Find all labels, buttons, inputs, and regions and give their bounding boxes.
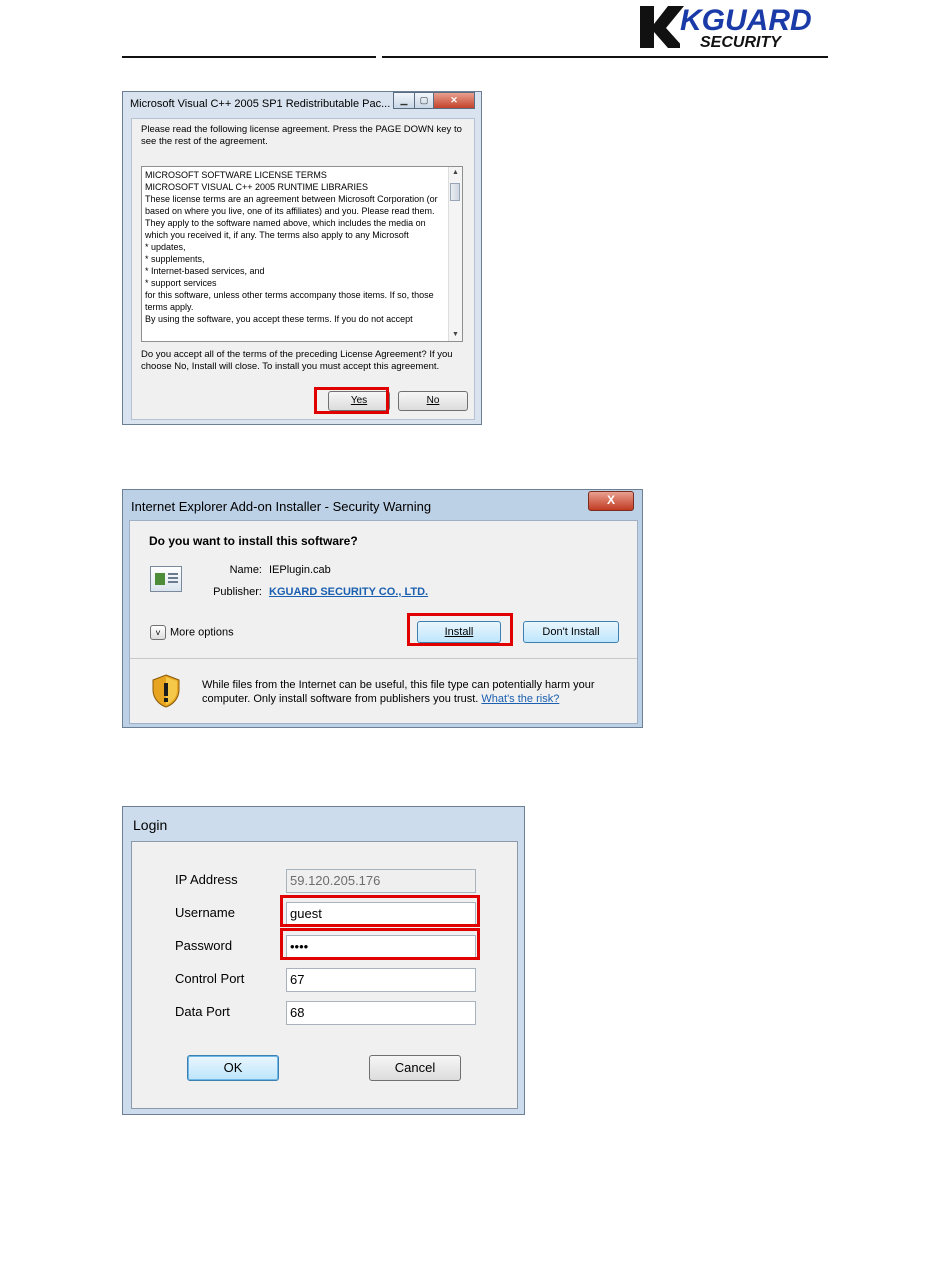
- chevron-down-icon: ˅: [150, 625, 166, 640]
- publisher-label: Publisher:: [213, 586, 262, 598]
- yes-highlight-box: [314, 387, 389, 414]
- dialog-title: Microsoft Visual C++ 2005 SP1 Redistribu…: [130, 98, 391, 110]
- dialog-title: Internet Explorer Add-on Installer - Sec…: [131, 499, 432, 514]
- login-dialog: Login IP Address 59.120.205.176 Username…: [122, 806, 525, 1115]
- header-rule-right: [382, 56, 828, 58]
- cancel-button[interactable]: Cancel: [369, 1055, 461, 1081]
- license-text: MICROSOFT SOFTWARE LICENSE TERMS MICROSO…: [145, 170, 438, 324]
- logo-sub-text: SECURITY: [700, 34, 782, 50]
- close-button[interactable]: X: [588, 491, 634, 511]
- more-options-label: More options: [170, 626, 234, 639]
- publisher-link[interactable]: KGUARD SECURITY CO., LTD.: [269, 586, 428, 598]
- control-port-label: Control Port: [175, 971, 245, 986]
- accept-question: Do you accept all of the terms of the pr…: [141, 349, 453, 372]
- username-label: Username: [175, 905, 235, 920]
- data-port-field[interactable]: 68: [286, 1001, 476, 1025]
- header-rule-left: [122, 56, 376, 58]
- scroll-up-icon[interactable]: ▲: [449, 167, 462, 179]
- password-highlight-box: [280, 928, 480, 960]
- ip-address-field: 59.120.205.176: [286, 869, 476, 893]
- close-button[interactable]: ✕: [433, 92, 475, 109]
- kguard-logo: KGUARD SECURITY: [640, 4, 826, 50]
- scroll-thumb[interactable]: [450, 183, 460, 201]
- username-highlight-box: [280, 895, 480, 927]
- shield-warning-icon: [152, 674, 180, 708]
- password-label: Password: [175, 938, 233, 953]
- scrollbar[interactable]: ▲ ▼: [448, 167, 462, 341]
- dialog-client-area: Do you want to install this software? Na…: [129, 520, 638, 724]
- security-warning-dialog: Internet Explorer Add-on Installer - Sec…: [122, 489, 643, 728]
- warning-text: While files from the Internet can be use…: [202, 679, 595, 705]
- divider: [130, 658, 637, 659]
- ok-button[interactable]: OK: [187, 1055, 279, 1081]
- dialog-client-area: IP Address 59.120.205.176 Username guest…: [131, 841, 518, 1109]
- name-value: IEPlugin.cab: [269, 564, 331, 576]
- no-button[interactable]: No: [398, 391, 468, 411]
- license-textbox[interactable]: MICROSOFT SOFTWARE LICENSE TERMS MICROSO…: [141, 166, 463, 342]
- minimize-button[interactable]: ▁: [393, 92, 415, 109]
- more-options-toggle[interactable]: ˅ More options: [150, 625, 234, 640]
- name-label: Name:: [229, 564, 262, 576]
- license-agreement-dialog: Microsoft Visual C++ 2005 SP1 Redistribu…: [122, 91, 482, 425]
- ip-address-label: IP Address: [175, 872, 238, 887]
- file-icon: [150, 566, 182, 592]
- dialog-title: Login: [133, 817, 168, 833]
- data-port-label: Data Port: [175, 1004, 230, 1019]
- instruction-text: Please read the following license agreem…: [141, 124, 462, 147]
- dont-install-button[interactable]: Don't Install: [523, 621, 619, 643]
- dialog-client-area: Please read the following license agreem…: [131, 118, 475, 420]
- control-port-field[interactable]: 67: [286, 968, 476, 992]
- scroll-down-icon[interactable]: ▼: [449, 329, 462, 341]
- maximize-button[interactable]: ▢: [414, 92, 434, 109]
- logo-main-text: KGUARD: [680, 4, 812, 37]
- install-question: Do you want to install this software?: [149, 534, 358, 548]
- whats-the-risk-link[interactable]: What's the risk?: [481, 693, 559, 705]
- install-highlight-box: [407, 613, 513, 646]
